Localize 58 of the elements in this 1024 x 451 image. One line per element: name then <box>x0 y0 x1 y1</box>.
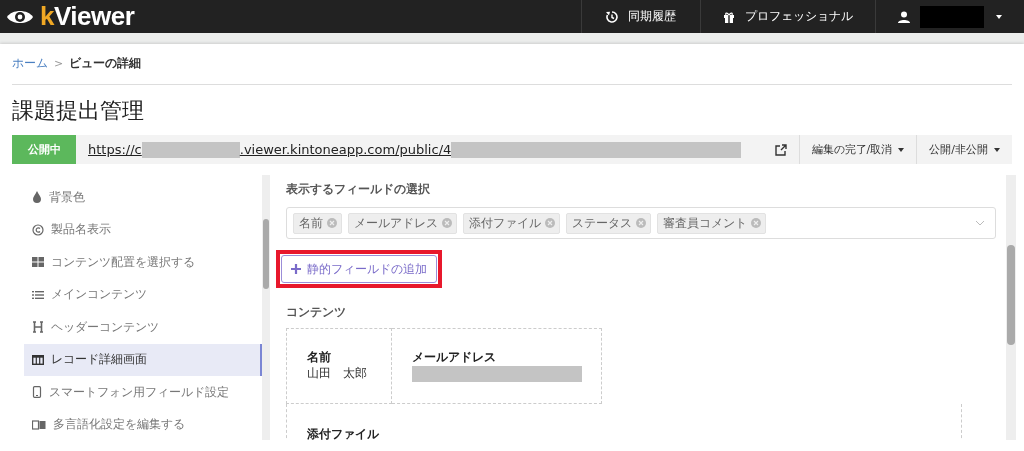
sidebar-item[interactable]: レコード詳細画面 <box>24 343 262 376</box>
redacted-name <box>920 5 984 28</box>
section-label: コンテンツ <box>286 305 347 320</box>
url-link[interactable]: https://c .viewer.kintoneapp.com/public/4 <box>76 141 763 158</box>
list-icon <box>32 288 44 301</box>
heading-icon <box>32 321 44 334</box>
field-value: 山田 太郎 <box>307 366 368 381</box>
page-title: 課題提出管理 <box>12 97 145 125</box>
external-link-icon <box>774 143 787 156</box>
field-tag[interactable]: 審査員コメント <box>657 212 766 234</box>
field-tag[interactable]: ステータス <box>566 212 651 234</box>
dropdown-button[interactable]: 公開/非公開 <box>916 135 1012 164</box>
nav-button[interactable]: プロフェッショナル <box>700 0 875 33</box>
sidebar-item[interactable]: 製品名表示 <box>24 213 262 246</box>
table-icon <box>32 353 44 366</box>
section-label: 表示するフィールドの選択 <box>286 182 431 197</box>
status-badge: 公開中 <box>12 135 76 164</box>
dropdown-button[interactable]: 編集の完了/取消 <box>798 135 917 164</box>
drop-icon <box>32 191 42 204</box>
field-tag[interactable]: 添付ファイル <box>463 212 560 234</box>
remove-icon <box>636 218 646 228</box>
copyright-icon <box>32 223 44 236</box>
scrollbar[interactable] <box>1006 175 1016 440</box>
caret-icon <box>996 14 1002 19</box>
layout-cell[interactable]: 名前 山田 太郎 <box>286 328 392 404</box>
plus-icon <box>291 264 301 274</box>
nav-button[interactable]: 同期履歴 <box>581 0 700 33</box>
app-logo: kViewer <box>40 1 135 32</box>
layout-cell[interactable]: 添付ファイル <box>286 404 962 440</box>
sidebar-item[interactable]: スマートフォン用フィールド設定 <box>24 376 262 409</box>
field-tag[interactable]: 名前 <box>293 212 342 234</box>
breadcrumb-link[interactable]: ホーム <box>12 55 48 72</box>
remove-icon <box>545 218 555 228</box>
phone-icon <box>32 386 42 399</box>
field-label: メールアドレス <box>412 349 497 366</box>
layout-cell[interactable]: メールアドレス <box>392 328 602 404</box>
breadcrumb-current: ビューの詳細 <box>69 55 142 72</box>
sidebar-item[interactable]: 背景色 <box>24 181 262 214</box>
sidebar-item[interactable]: コンテンツ配置を選択する <box>24 246 262 279</box>
chevron-icon <box>975 220 985 226</box>
grid-icon <box>32 256 44 269</box>
remove-icon <box>327 218 337 228</box>
sidebar-item[interactable]: メインコンテンツ <box>24 278 262 311</box>
language-icon <box>32 418 46 431</box>
scrollbar[interactable] <box>262 175 270 440</box>
multi-select-field[interactable]: 名前 メールアドレス 添付ファイル ステータス 審査員コメント <box>286 207 996 239</box>
add-field-button[interactable]: 静的フィールドの追加 <box>281 255 437 283</box>
breadcrumb-separator: > <box>54 57 64 70</box>
sidebar-item[interactable]: 多言語化設定を編集する <box>24 408 262 440</box>
gift-icon <box>723 10 735 23</box>
field-tag[interactable]: メールアドレス <box>348 212 457 234</box>
remove-icon <box>442 218 452 228</box>
remove-icon <box>751 218 761 228</box>
history-icon <box>606 10 618 23</box>
sidebar-item[interactable]: ヘッダーコンテンツ <box>24 311 262 344</box>
user-icon <box>898 10 910 23</box>
field-label: 添付ファイル <box>307 426 380 440</box>
field-label: 名前 <box>307 349 332 366</box>
